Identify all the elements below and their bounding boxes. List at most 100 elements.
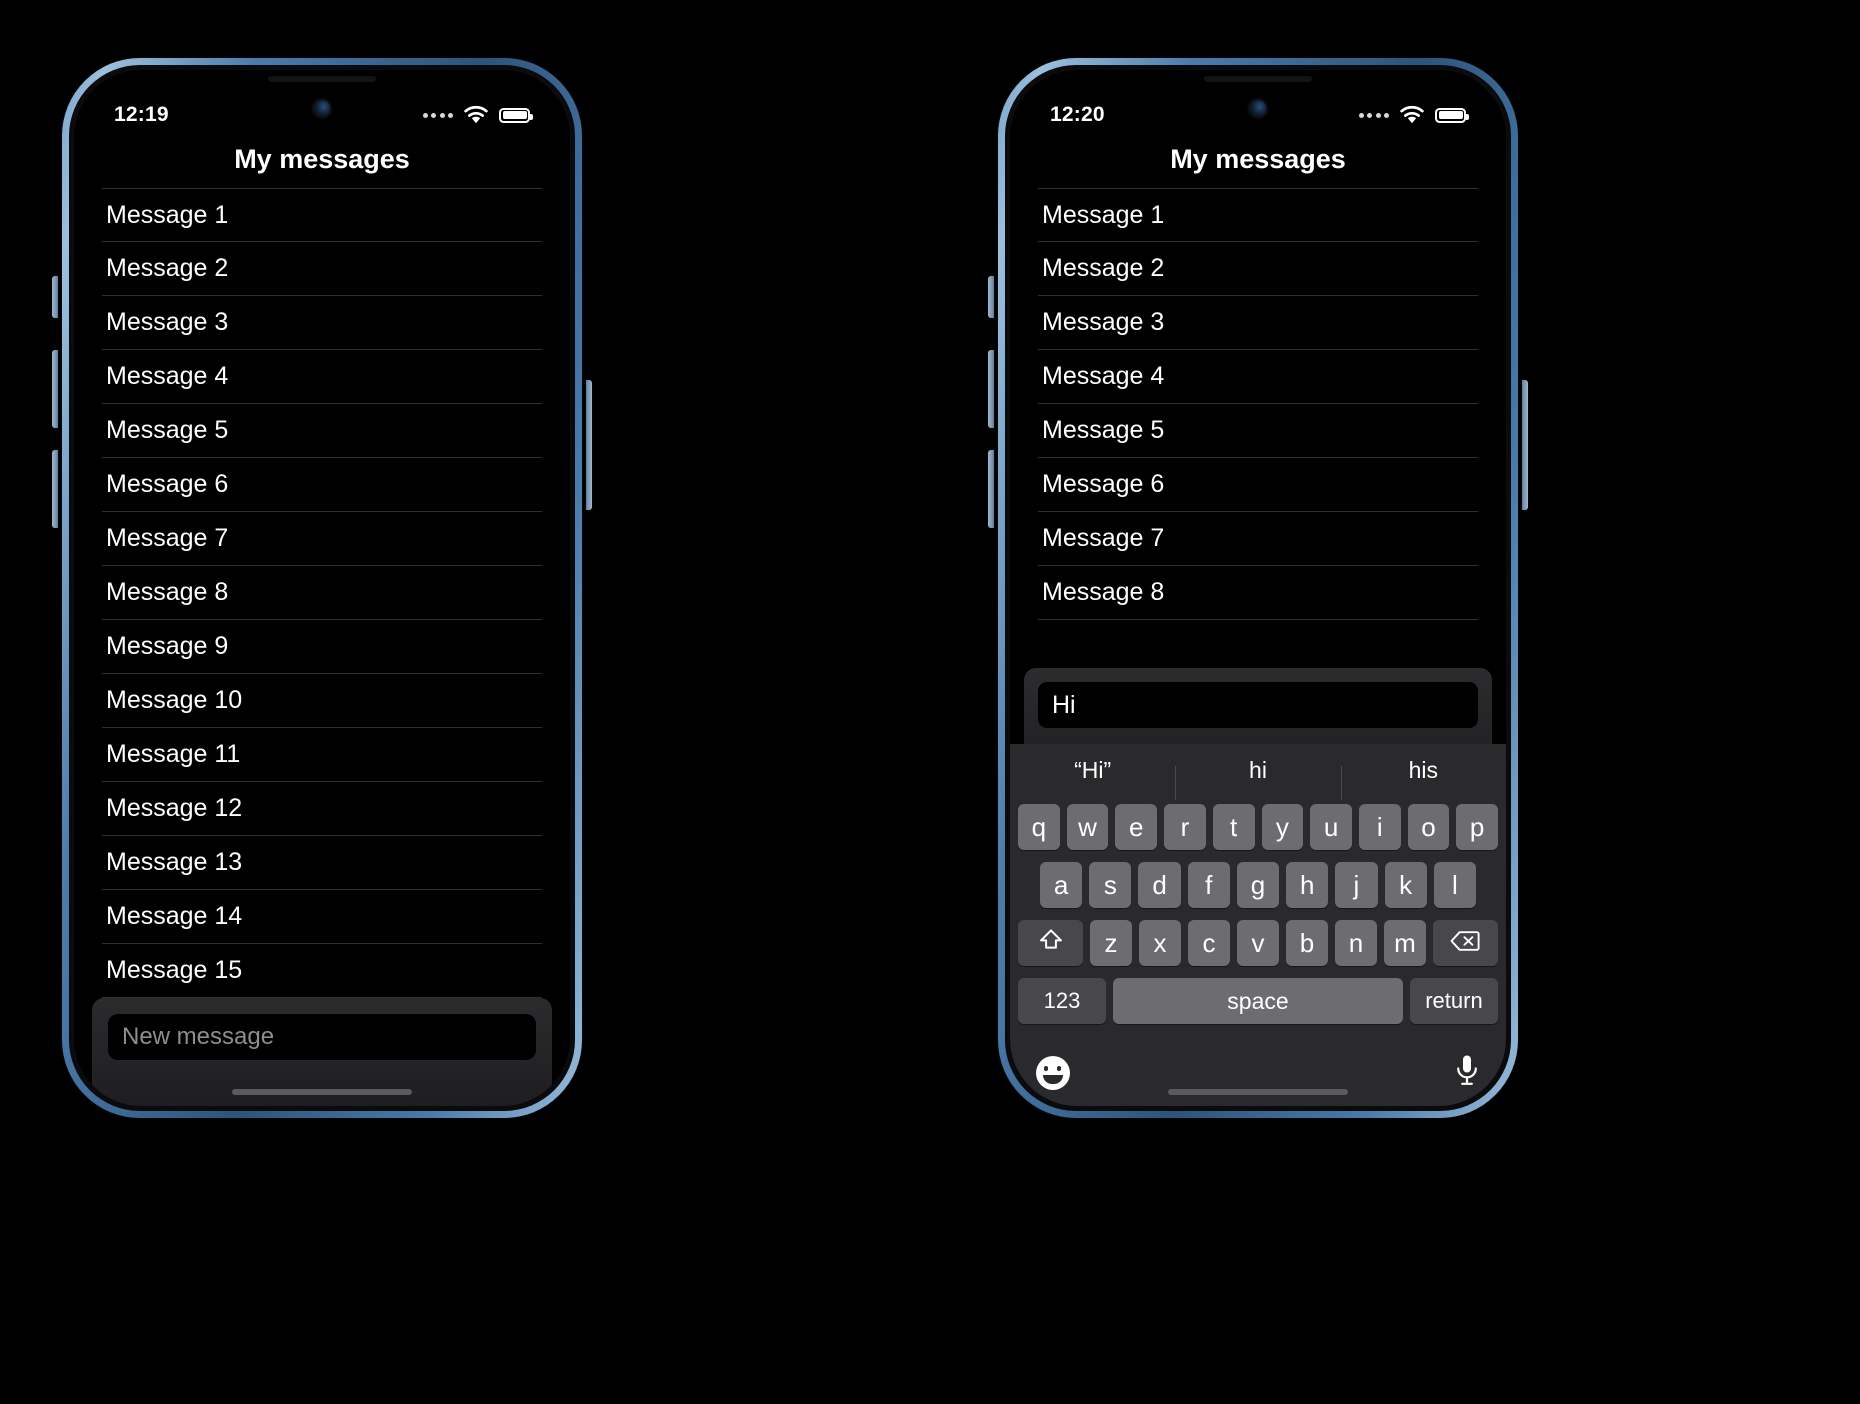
status-icons-left bbox=[422, 105, 533, 125]
key-t[interactable]: t bbox=[1212, 804, 1255, 850]
list-item[interactable]: Message 6 bbox=[1038, 458, 1478, 512]
silent-switch-right[interactable] bbox=[988, 276, 994, 318]
status-icons-right bbox=[1358, 105, 1469, 125]
message-list-left[interactable]: Message 1 Message 2 Message 3 Message 4 … bbox=[74, 188, 570, 1106]
key-b[interactable]: b bbox=[1286, 920, 1328, 966]
list-item[interactable]: Message 1 bbox=[1038, 188, 1478, 242]
list-item[interactable]: Message 12 bbox=[102, 782, 542, 836]
list-item[interactable]: Message 8 bbox=[1038, 566, 1478, 620]
volume-up-button-left[interactable] bbox=[52, 350, 58, 428]
key-z[interactable]: z bbox=[1090, 920, 1133, 966]
wifi-icon bbox=[1398, 105, 1426, 125]
screenshot-canvas: 12:19 My messages Message 1 Message 2 Me… bbox=[0, 0, 1860, 1404]
cellular-dots-icon bbox=[422, 112, 453, 118]
list-item[interactable]: Message 4 bbox=[102, 350, 542, 404]
cellular-dots-icon bbox=[1358, 112, 1389, 118]
earpiece-speaker-left bbox=[268, 76, 376, 82]
key-p[interactable]: p bbox=[1456, 804, 1499, 850]
key-l[interactable]: l bbox=[1433, 862, 1476, 908]
list-item[interactable]: Message 3 bbox=[1038, 296, 1478, 350]
list-item[interactable]: Message 13 bbox=[102, 836, 542, 890]
key-a[interactable]: a bbox=[1040, 862, 1083, 908]
key-r[interactable]: r bbox=[1164, 804, 1206, 850]
key-s[interactable]: s bbox=[1089, 862, 1132, 908]
list-item[interactable]: Message 2 bbox=[1038, 242, 1478, 296]
keyboard-row-bottom-letters: z x c v b n m bbox=[1014, 920, 1502, 966]
composer-toolbar-right: Hi bbox=[1024, 668, 1492, 744]
key-q[interactable]: q bbox=[1017, 804, 1060, 850]
emoji-smiley-icon[interactable] bbox=[1036, 1056, 1070, 1090]
page-title-right: My messages bbox=[1170, 144, 1346, 174]
battery-full-icon bbox=[1435, 107, 1469, 123]
volume-up-button-right[interactable] bbox=[988, 350, 994, 428]
return-key[interactable]: return bbox=[1409, 978, 1498, 1024]
shift-arrow-icon bbox=[1038, 927, 1064, 960]
volume-down-button-right[interactable] bbox=[988, 450, 994, 528]
phone-bezel-right: 12:20 My messages Message 1 Message 2 Me… bbox=[1005, 65, 1511, 1111]
key-g[interactable]: g bbox=[1236, 862, 1280, 908]
backspace-icon bbox=[1450, 928, 1481, 959]
volume-down-button-left[interactable] bbox=[52, 450, 58, 528]
key-y[interactable]: y bbox=[1261, 804, 1304, 850]
status-time-right: 12:20 bbox=[1050, 103, 1105, 126]
suggestion-item[interactable]: “Hi” bbox=[1010, 757, 1175, 784]
list-item[interactable]: Message 4 bbox=[1038, 350, 1478, 404]
power-button-left[interactable] bbox=[586, 380, 592, 510]
key-j[interactable]: j bbox=[1335, 862, 1378, 908]
on-screen-keyboard: q w e r t y u i o p a s d f g h j k l z … bbox=[1010, 796, 1506, 1040]
phone-screen-right: 12:20 My messages Message 1 Message 2 Me… bbox=[1010, 70, 1506, 1106]
keyboard-row-function: 123 space return bbox=[1014, 978, 1502, 1024]
key-f[interactable]: f bbox=[1187, 862, 1230, 908]
keyboard-row-home: a s d f g h j k l bbox=[1014, 862, 1502, 908]
list-item[interactable]: Message 10 bbox=[102, 674, 542, 728]
list-item[interactable]: Message 5 bbox=[102, 404, 542, 458]
key-d[interactable]: d bbox=[1138, 862, 1181, 908]
new-message-input-left[interactable]: New message bbox=[108, 1014, 536, 1060]
list-item[interactable]: Message 2 bbox=[102, 242, 542, 296]
front-camera-icon-left bbox=[313, 100, 331, 117]
list-item[interactable]: Message 1 bbox=[102, 188, 542, 242]
key-i[interactable]: i bbox=[1358, 804, 1401, 850]
power-button-right[interactable] bbox=[1522, 380, 1528, 510]
microphone-icon[interactable] bbox=[1454, 1054, 1480, 1093]
home-indicator-right[interactable] bbox=[1168, 1089, 1348, 1095]
shift-key[interactable] bbox=[1018, 920, 1084, 966]
key-w[interactable]: w bbox=[1066, 804, 1109, 850]
home-indicator-left[interactable] bbox=[232, 1089, 412, 1095]
wifi-icon bbox=[462, 105, 490, 125]
list-item[interactable]: Message 14 bbox=[102, 890, 542, 944]
list-item[interactable]: Message 6 bbox=[102, 458, 542, 512]
silent-switch-left[interactable] bbox=[52, 276, 58, 318]
list-item[interactable]: Message 15 bbox=[102, 944, 542, 998]
list-item[interactable]: Message 9 bbox=[102, 620, 542, 674]
list-item[interactable]: Message 8 bbox=[102, 566, 542, 620]
new-message-input-right[interactable]: Hi bbox=[1038, 682, 1478, 728]
key-h[interactable]: h bbox=[1286, 862, 1329, 908]
list-item[interactable]: Message 3 bbox=[102, 296, 542, 350]
list-item[interactable]: Message 11 bbox=[102, 728, 542, 782]
phone-device-right: 12:20 My messages Message 1 Message 2 Me… bbox=[988, 58, 1528, 1118]
front-camera-icon-right bbox=[1249, 100, 1267, 117]
suggestion-item[interactable]: his bbox=[1340, 757, 1506, 800]
battery-full-icon bbox=[499, 107, 533, 123]
key-x[interactable]: x bbox=[1139, 920, 1182, 966]
key-v[interactable]: v bbox=[1237, 920, 1279, 966]
key-n[interactable]: n bbox=[1334, 920, 1377, 966]
key-m[interactable]: m bbox=[1383, 920, 1426, 966]
key-e[interactable]: e bbox=[1115, 804, 1158, 850]
key-o[interactable]: o bbox=[1407, 804, 1450, 850]
key-c[interactable]: c bbox=[1188, 920, 1231, 966]
list-item[interactable]: Message 5 bbox=[1038, 404, 1478, 458]
backspace-key[interactable] bbox=[1432, 920, 1499, 966]
phone-screen-left: 12:19 My messages Message 1 Message 2 Me… bbox=[74, 70, 570, 1106]
status-time-left: 12:19 bbox=[114, 103, 169, 126]
suggestion-item[interactable]: hi bbox=[1175, 757, 1340, 800]
numbers-key[interactable]: 123 bbox=[1018, 978, 1107, 1024]
list-item[interactable]: Message 7 bbox=[1038, 512, 1478, 566]
autocorrect-suggestion-bar: “Hi” hi his bbox=[1010, 744, 1506, 800]
list-item[interactable]: Message 7 bbox=[102, 512, 542, 566]
keyboard-utility-row bbox=[1010, 1040, 1506, 1106]
key-k[interactable]: k bbox=[1384, 862, 1427, 908]
space-key[interactable]: space bbox=[1113, 978, 1403, 1024]
key-u[interactable]: u bbox=[1310, 804, 1352, 850]
